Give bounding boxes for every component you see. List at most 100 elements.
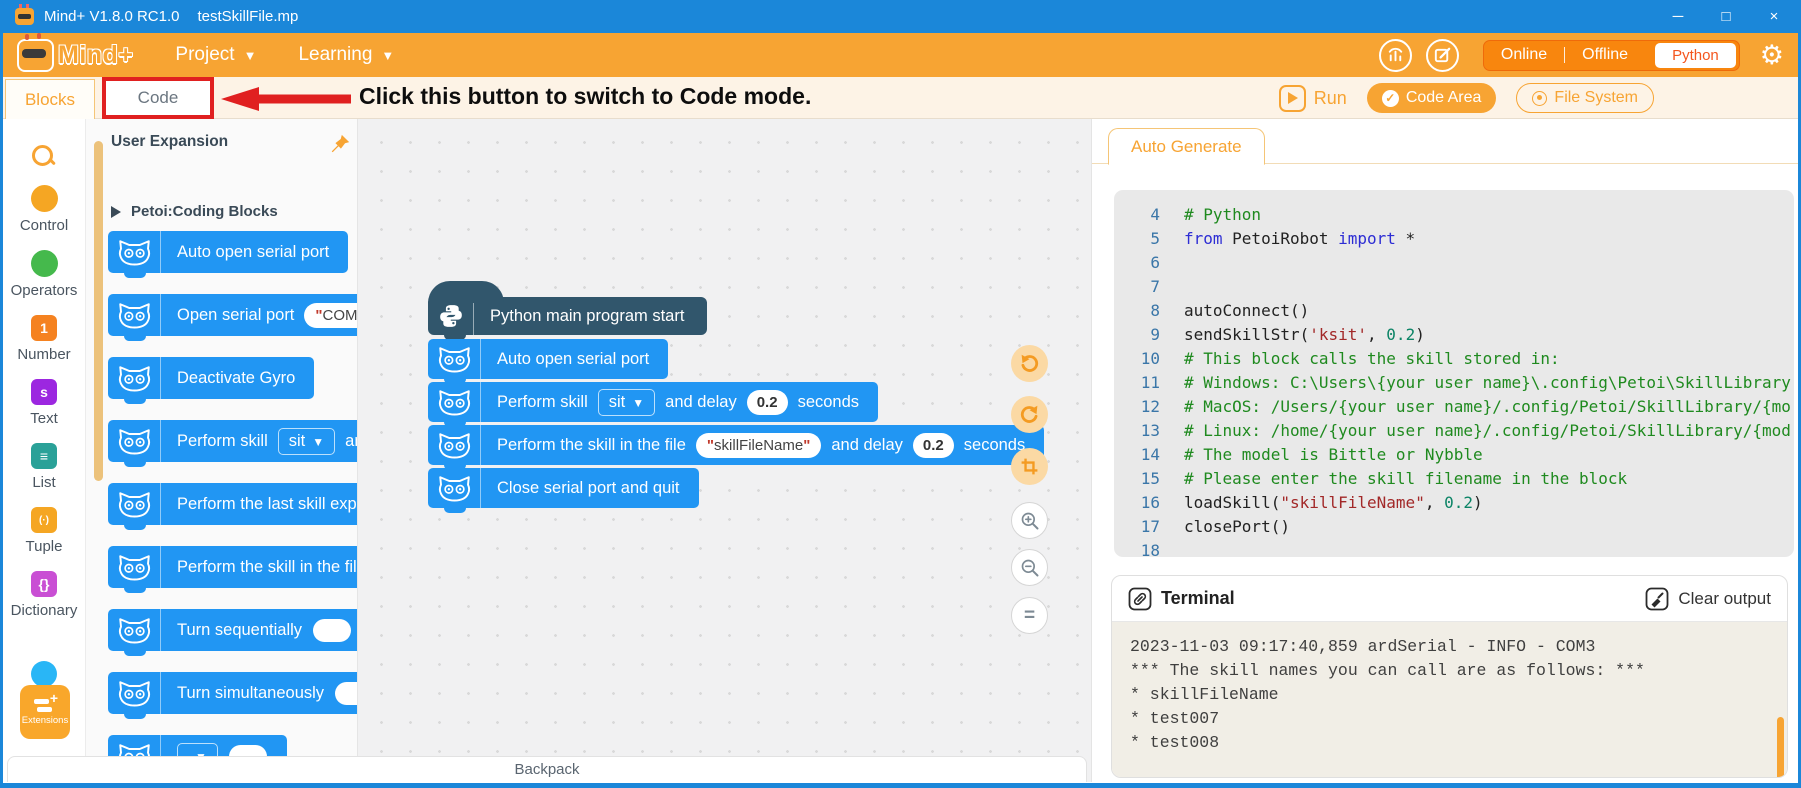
block-perform-last-skill-exported[interactable]: Perform the last skill exported fro bbox=[108, 483, 358, 525]
terminal-card: Terminal Clear output 2023-11-03 09:17:4… bbox=[1111, 575, 1788, 778]
block-boolean-slot[interactable] bbox=[313, 619, 351, 642]
block-workspace[interactable]: Python main program start Auto open seri… bbox=[358, 119, 1091, 782]
terminal-output[interactable]: 2023-11-03 09:17:40,859 ardSerial - INFO… bbox=[1112, 622, 1787, 778]
center-blocks-button[interactable]: = bbox=[1011, 597, 1048, 634]
mindplus-brand: Mind+ bbox=[58, 41, 133, 70]
block-text: and delay bbox=[665, 393, 737, 412]
petoi-cat-icon bbox=[108, 609, 161, 651]
tab-code[interactable]: Code bbox=[138, 88, 179, 108]
sidebar-item-operators[interactable]: Operators bbox=[3, 250, 85, 299]
block-turn-simultaneously[interactable]: Turn simultaneouslyand de bbox=[108, 672, 358, 714]
block-number-input[interactable]: 0.2 bbox=[913, 433, 954, 458]
block-text-input[interactable]: " COM3 "▼ bbox=[304, 303, 358, 328]
zoom-in-button[interactable] bbox=[1011, 502, 1048, 539]
zoom-out-button[interactable] bbox=[1011, 549, 1048, 586]
sidebar-item-number[interactable]: 1 Number bbox=[3, 315, 85, 363]
sidebar-item-control[interactable]: Control bbox=[3, 185, 85, 234]
community-icon[interactable] bbox=[1379, 39, 1412, 72]
backpack-bar[interactable]: Backpack bbox=[7, 756, 1087, 782]
sidebar-item-tuple[interactable]: (·) Tuple bbox=[3, 507, 85, 555]
block-text: Turn sequentially bbox=[177, 621, 302, 640]
block-auto-open-serial-port[interactable]: Auto open serial port bbox=[108, 231, 348, 273]
palette-group-header[interactable]: Petoi:Coding Blocks bbox=[111, 203, 278, 220]
tab-auto-generate[interactable]: Auto Generate bbox=[1108, 128, 1265, 165]
number-icon: 1 bbox=[31, 315, 57, 341]
code-line: 11# Windows: C:\Users\{your user name}\.… bbox=[1114, 371, 1794, 395]
close-button[interactable]: × bbox=[1750, 0, 1798, 33]
minimize-button[interactable]: ─ bbox=[1654, 0, 1702, 33]
code-editor[interactable]: 4# Python5from PetoiRobot import *678aut… bbox=[1114, 190, 1794, 557]
run-button[interactable]: Run bbox=[1279, 85, 1347, 112]
operators-icon bbox=[31, 250, 58, 277]
undo-button[interactable] bbox=[1011, 345, 1048, 382]
mode-offline[interactable]: Offline bbox=[1565, 46, 1645, 64]
menu-project[interactable]: Project▼ bbox=[175, 44, 256, 66]
code-line: 8autoConnect() bbox=[1114, 299, 1794, 323]
code-line: 4# Python bbox=[1114, 203, 1794, 227]
search-icon[interactable] bbox=[32, 145, 56, 169]
palette-block-list: Auto open serial port Open serial port" C… bbox=[108, 231, 358, 782]
sidebar-item-list[interactable]: ≡ List bbox=[3, 443, 85, 491]
block-open-serial-port[interactable]: Open serial port" COM3 "▼ bbox=[108, 294, 358, 336]
code-line: 15# Please enter the skill filename in t… bbox=[1114, 467, 1794, 491]
block-dropdown[interactable]: sit▼ bbox=[598, 389, 655, 416]
terminal-title: Terminal bbox=[1161, 588, 1235, 609]
feedback-edit-icon[interactable] bbox=[1426, 39, 1459, 72]
palette-header: User Expansion bbox=[111, 133, 228, 151]
palette-scrollbar[interactable] bbox=[94, 141, 103, 481]
pin-icon[interactable] bbox=[329, 133, 351, 155]
radio-icon bbox=[1532, 91, 1547, 106]
app-title: Mind+ V1.8.0 RC1.0 bbox=[44, 8, 180, 25]
mode-switcher: Online Offline Python bbox=[1483, 40, 1740, 71]
extensions-button[interactable]: Extensions bbox=[20, 685, 70, 739]
python-main-hat-block[interactable]: Python main program start bbox=[428, 297, 707, 335]
petoi-cat-icon bbox=[108, 294, 161, 336]
block-auto-open-serial-port[interactable]: Auto open serial port bbox=[428, 339, 668, 379]
sidebar-item-dictionary[interactable]: {} Dictionary bbox=[3, 571, 85, 619]
block-perform-skill[interactable]: Perform skillsit▼and delay0.2seconds bbox=[428, 382, 878, 422]
code-line: 13# Linux: /home/{your user name}/.confi… bbox=[1114, 419, 1794, 443]
block-perform-skill-in-file[interactable]: Perform the skill in the file" skil bbox=[108, 546, 358, 588]
code-area-button[interactable]: ✓ Code Area bbox=[1367, 83, 1497, 113]
maximize-button[interactable]: □ bbox=[1702, 0, 1750, 33]
file-system-button[interactable]: File System bbox=[1516, 83, 1654, 113]
block-text: Auto open serial port bbox=[177, 243, 329, 262]
list-icon: ≡ bbox=[31, 443, 57, 469]
settings-gear-icon[interactable]: ⚙ bbox=[1760, 40, 1784, 71]
code-line: 5from PetoiRobot import * bbox=[1114, 227, 1794, 251]
block-turn-sequentially[interactable]: Turn sequentiallyand delay bbox=[108, 609, 358, 651]
block-boolean-slot[interactable] bbox=[335, 682, 358, 705]
block-dropdown[interactable]: sit▼ bbox=[278, 428, 335, 455]
mode-python[interactable]: Python bbox=[1655, 43, 1736, 68]
screenshot-crop-button[interactable] bbox=[1011, 448, 1048, 485]
code-line: 10# This block calls the skill stored in… bbox=[1114, 347, 1794, 371]
sidebar-item-text[interactable]: s Text bbox=[3, 379, 85, 427]
extensions-icon bbox=[34, 698, 56, 712]
control-icon bbox=[31, 185, 58, 212]
terminal-line: * test007 bbox=[1130, 707, 1769, 731]
clear-output-button[interactable]: Clear output bbox=[1678, 589, 1771, 609]
menu-learning[interactable]: Learning▼ bbox=[298, 44, 394, 66]
terminal-line: 2023-11-03 09:17:40,859 ardSerial - INFO… bbox=[1130, 635, 1769, 659]
tab-blocks[interactable]: Blocks bbox=[5, 79, 95, 119]
mindplus-window: Mind+ V1.8.0 RC1.0 testSkillFile.mp ─ □ … bbox=[0, 0, 1801, 788]
dictionary-icon: {} bbox=[31, 571, 57, 597]
block-deactivate-gyro[interactable]: Deactivate Gyro bbox=[108, 357, 314, 399]
code-line: 12# MacOS: /Users/{your user name}/.conf… bbox=[1114, 395, 1794, 419]
redo-button[interactable] bbox=[1011, 396, 1048, 433]
block-perform-skill[interactable]: Perform skillsit▼and delay bbox=[108, 420, 358, 462]
mode-online[interactable]: Online bbox=[1484, 46, 1564, 64]
terminal-line: * skillFileName bbox=[1130, 683, 1769, 707]
block-perform-skill-in-file[interactable]: Perform the skill in the file" skillFile… bbox=[428, 425, 1044, 465]
triangle-icon bbox=[111, 206, 121, 218]
petoi-cat-icon bbox=[428, 468, 481, 508]
terminal-header: Terminal Clear output bbox=[1112, 576, 1787, 622]
petoi-cat-icon bbox=[428, 425, 481, 465]
block-text-input[interactable]: " skillFileName " bbox=[696, 433, 821, 458]
terminal-scrollbar[interactable] bbox=[1777, 717, 1784, 778]
terminal-line: * test008 bbox=[1130, 731, 1769, 755]
petoi-cat-icon bbox=[108, 231, 161, 273]
block-number-input[interactable]: 0.2 bbox=[747, 390, 788, 415]
block-close-serial-port-and-quit[interactable]: Close serial port and quit bbox=[428, 468, 699, 508]
menu-bar: Mind+ Project▼ Learning▼ Online Offline … bbox=[3, 33, 1798, 77]
